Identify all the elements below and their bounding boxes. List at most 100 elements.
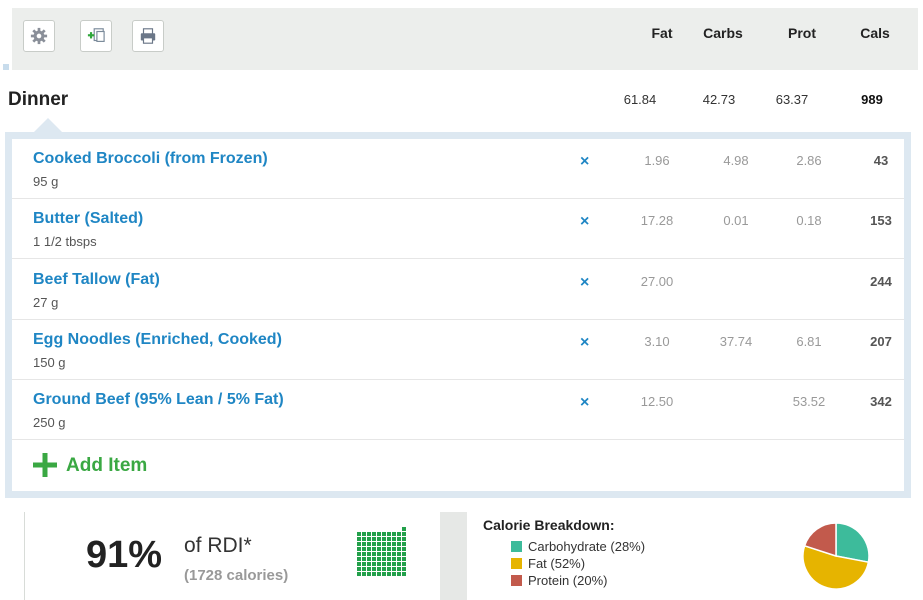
add-copy-icon bbox=[87, 28, 105, 42]
waffle-cell bbox=[367, 562, 371, 566]
delete-item-icon[interactable]: × bbox=[580, 274, 589, 292]
food-quantity[interactable]: 1 1/2 tbsps bbox=[33, 234, 97, 249]
waffle-cell bbox=[372, 547, 376, 551]
print-icon bbox=[140, 28, 156, 44]
food-name-link[interactable]: Ground Beef (95% Lean / 5% Fat) bbox=[33, 391, 284, 409]
summary-panel: 91% of RDI* (1728 calories) Calorie Brea… bbox=[0, 508, 923, 600]
waffle-cell bbox=[402, 532, 406, 536]
food-cals: 342 bbox=[870, 394, 892, 409]
waffle-cell bbox=[397, 567, 401, 571]
food-name-link[interactable]: Egg Noodles (Enriched, Cooked) bbox=[33, 331, 282, 349]
rdi-percent: 91% bbox=[86, 534, 163, 576]
legend-swatch-protein bbox=[511, 575, 522, 586]
food-quantity[interactable]: 250 g bbox=[33, 415, 66, 430]
waffle-cell bbox=[392, 557, 396, 561]
waffle-cell bbox=[392, 542, 396, 546]
waffle-cell bbox=[382, 547, 386, 551]
waffle-cell bbox=[397, 552, 401, 556]
toolbar: Fat Carbs Prot Cals bbox=[12, 8, 918, 70]
waffle-cell bbox=[372, 532, 376, 536]
waffle-cell bbox=[357, 557, 361, 561]
waffle-cell bbox=[382, 562, 386, 566]
food-items-panel: Cooked Broccoli (from Frozen) 95 g × 1.9… bbox=[5, 132, 911, 498]
print-button[interactable] bbox=[132, 20, 164, 52]
waffle-cell bbox=[377, 537, 381, 541]
column-cals-header: Cals bbox=[860, 25, 890, 41]
meal-cals-total: 989 bbox=[861, 92, 883, 107]
waffle-cell bbox=[357, 532, 361, 536]
waffle-cell bbox=[367, 552, 371, 556]
meal-fat-total: 61.84 bbox=[623, 92, 657, 107]
delete-item-icon[interactable]: × bbox=[580, 394, 589, 412]
waffle-cell bbox=[377, 542, 381, 546]
food-cals: 207 bbox=[870, 334, 892, 349]
waffle-cell bbox=[377, 547, 381, 551]
food-fat: 3.10 bbox=[644, 334, 670, 349]
waffle-cell bbox=[362, 572, 366, 576]
waffle-cell bbox=[367, 532, 371, 536]
food-quantity[interactable]: 150 g bbox=[33, 355, 66, 370]
waffle-cell bbox=[397, 572, 401, 576]
add-copy-button[interactable] bbox=[80, 20, 112, 52]
waffle-cell bbox=[367, 567, 371, 571]
food-cals: 244 bbox=[870, 274, 892, 289]
waffle-cell bbox=[387, 572, 391, 576]
waffle-cell bbox=[382, 567, 386, 571]
legend-label-fat: Fat (52%) bbox=[528, 556, 586, 571]
waffle-cell bbox=[362, 537, 366, 541]
delete-item-icon[interactable]: × bbox=[580, 153, 589, 171]
food-fat: 27.00 bbox=[640, 274, 674, 289]
waffle-cell bbox=[402, 562, 406, 566]
column-fat-header: Fat bbox=[651, 25, 673, 41]
waffle-cell bbox=[377, 567, 381, 571]
waffle-cell bbox=[362, 527, 366, 531]
waffle-cell bbox=[387, 557, 391, 561]
calorie-breakdown-legend: Carbohydrate (28%) Fat (52%) Protein (20… bbox=[511, 538, 645, 589]
food-row: Ground Beef (95% Lean / 5% Fat) 250 g × … bbox=[12, 380, 904, 440]
food-fat: 1.96 bbox=[644, 153, 670, 168]
add-item-label: Add Item bbox=[66, 455, 148, 476]
waffle-cell bbox=[377, 557, 381, 561]
waffle-cell bbox=[372, 557, 376, 561]
food-row: Beef Tallow (Fat) 27 g × 27.00 244 bbox=[12, 260, 904, 320]
waffle-cell bbox=[392, 567, 396, 571]
food-row: Cooked Broccoli (from Frozen) 95 g × 1.9… bbox=[12, 139, 904, 199]
waffle-cell bbox=[357, 552, 361, 556]
waffle-cell bbox=[392, 532, 396, 536]
waffle-cell bbox=[387, 567, 391, 571]
food-cals: 43 bbox=[873, 153, 889, 168]
delete-item-icon[interactable]: × bbox=[580, 213, 589, 231]
waffle-cell bbox=[377, 552, 381, 556]
waffle-cell bbox=[357, 567, 361, 571]
waffle-cell bbox=[362, 532, 366, 536]
food-name-link[interactable]: Cooked Broccoli (from Frozen) bbox=[33, 150, 268, 168]
waffle-cell bbox=[357, 537, 361, 541]
waffle-cell bbox=[382, 572, 386, 576]
waffle-cell bbox=[357, 572, 361, 576]
waffle-cell bbox=[377, 532, 381, 536]
column-prot-header: Prot bbox=[788, 25, 816, 41]
food-name-link[interactable]: Butter (Salted) bbox=[33, 210, 143, 228]
waffle-cell bbox=[367, 537, 371, 541]
food-prot: 6.81 bbox=[796, 334, 822, 349]
food-quantity[interactable]: 27 g bbox=[33, 295, 58, 310]
delete-item-icon[interactable]: × bbox=[580, 334, 589, 352]
waffle-cell bbox=[397, 527, 401, 531]
waffle-cell bbox=[402, 547, 406, 551]
waffle-cell bbox=[372, 542, 376, 546]
waffle-cell bbox=[357, 527, 361, 531]
rdi-calories: (1728 calories) bbox=[184, 567, 289, 584]
waffle-cell bbox=[362, 547, 366, 551]
food-carbs: 37.74 bbox=[719, 334, 753, 349]
settings-button[interactable] bbox=[23, 20, 55, 52]
food-prot: 0.18 bbox=[796, 213, 822, 228]
food-quantity[interactable]: 95 g bbox=[33, 174, 58, 189]
waffle-cell bbox=[402, 552, 406, 556]
food-row: Butter (Salted) 1 1/2 tbsps × 17.28 0.01… bbox=[12, 199, 904, 259]
meal-title: Dinner bbox=[8, 89, 69, 110]
food-name-link[interactable]: Beef Tallow (Fat) bbox=[33, 271, 160, 289]
waffle-cell bbox=[362, 552, 366, 556]
waffle-cell bbox=[357, 542, 361, 546]
add-item-button[interactable]: Add Item bbox=[12, 442, 904, 492]
waffle-cell bbox=[377, 527, 381, 531]
